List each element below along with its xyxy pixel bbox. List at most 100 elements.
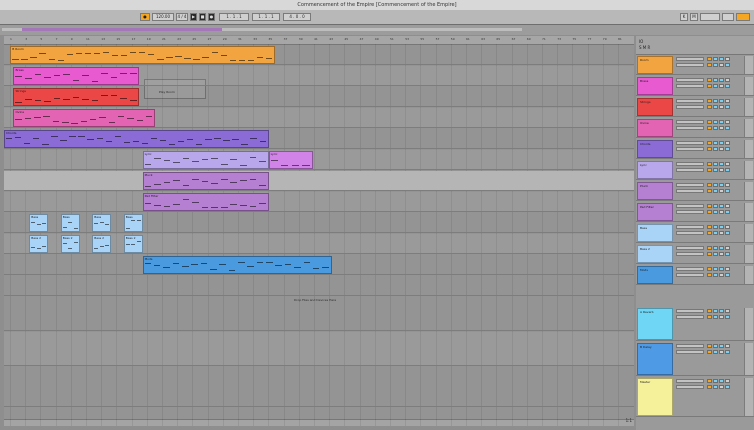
solo-button[interactable] <box>713 252 718 256</box>
activator-button[interactable] <box>707 78 712 82</box>
activator-button[interactable] <box>707 57 712 61</box>
tempo-field[interactable]: 120.00 <box>152 13 174 21</box>
activator-button[interactable] <box>707 379 712 383</box>
activator-button[interactable] <box>707 350 712 354</box>
clip[interactable]: Ovine <box>13 109 156 127</box>
clip[interactable]: Bass 2 <box>60 235 80 253</box>
overview-selection[interactable] <box>22 28 222 31</box>
input-selector[interactable] <box>676 183 704 187</box>
volume-fader[interactable] <box>744 378 753 416</box>
activator-button[interactable] <box>707 210 712 214</box>
drop-lane[interactable] <box>4 276 634 296</box>
input-selector[interactable] <box>676 120 704 124</box>
arm-button[interactable] <box>719 78 724 82</box>
arm-button[interactable] <box>719 350 724 354</box>
track-lane[interactable] <box>4 192 634 212</box>
activator-button[interactable] <box>707 231 712 235</box>
arm-button[interactable] <box>719 189 724 193</box>
output-selector[interactable] <box>676 385 704 389</box>
input-selector[interactable] <box>676 162 704 166</box>
arm-button[interactable] <box>719 183 724 187</box>
monitor-button[interactable] <box>725 63 730 67</box>
arm-button[interactable] <box>719 63 724 67</box>
output-selector[interactable] <box>676 350 704 354</box>
monitor-button[interactable] <box>725 57 730 61</box>
solo-button[interactable] <box>713 183 718 187</box>
clip[interactable]: Bass <box>123 214 143 232</box>
monitor-button[interactable] <box>725 246 730 250</box>
track-name-chip[interactable]: Chords <box>637 140 673 158</box>
arm-button[interactable] <box>719 273 724 277</box>
output-selector[interactable] <box>676 273 704 277</box>
track-name-chip[interactable]: Brass <box>637 77 673 95</box>
monitor-button[interactable] <box>725 309 730 313</box>
input-selector[interactable] <box>676 57 704 61</box>
activator-button[interactable] <box>707 168 712 172</box>
track-name-chip[interactable]: Lyric <box>637 161 673 179</box>
input-selector[interactable] <box>676 267 704 271</box>
activator-button[interactable] <box>707 189 712 193</box>
solo-button[interactable] <box>713 204 718 208</box>
output-selector[interactable] <box>676 210 704 214</box>
monitor-button[interactable] <box>725 204 730 208</box>
monitor-button[interactable] <box>725 99 730 103</box>
solo-button[interactable] <box>713 267 718 271</box>
clip[interactable]: Strings <box>13 88 140 106</box>
monitor-button[interactable] <box>725 344 730 348</box>
activator-button[interactable] <box>707 309 712 313</box>
monitor-button[interactable] <box>725 315 730 319</box>
arm-button[interactable] <box>719 246 724 250</box>
volume-fader[interactable] <box>744 56 753 74</box>
input-selector[interactable] <box>676 246 704 250</box>
arm-button[interactable] <box>719 210 724 214</box>
solo-button[interactable] <box>713 309 718 313</box>
track-name-chip[interactable]: Ovine <box>637 119 673 137</box>
output-selector[interactable] <box>676 168 704 172</box>
activator-button[interactable] <box>707 63 712 67</box>
input-selector[interactable] <box>676 344 704 348</box>
arm-button[interactable] <box>719 309 724 313</box>
clip[interactable]: Pad Filter <box>142 193 269 211</box>
track-name-chip[interactable]: Pad Filter <box>637 203 673 221</box>
signature-field[interactable]: 4 / 4 <box>176 13 188 21</box>
solo-button[interactable] <box>713 315 718 319</box>
track-name-chip[interactable]: Strings <box>637 98 673 116</box>
draw-mode-button[interactable] <box>736 13 750 21</box>
monitor-button[interactable] <box>725 225 730 229</box>
monitor-button[interactable] <box>725 141 730 145</box>
monitor-button[interactable] <box>725 126 730 130</box>
solo-button[interactable] <box>713 344 718 348</box>
track-name-chip[interactable]: Pluck <box>637 182 673 200</box>
clip[interactable]: Pluck <box>142 172 269 190</box>
loop-start-field[interactable]: 1 . 1 . 1 <box>252 13 280 21</box>
volume-fader[interactable] <box>744 98 753 116</box>
solo-button[interactable] <box>713 63 718 67</box>
monitor-button[interactable] <box>725 120 730 124</box>
arm-button[interactable] <box>719 126 724 130</box>
arm-button[interactable] <box>719 204 724 208</box>
return-name-chip[interactable]: B Delay <box>637 343 673 375</box>
volume-fader[interactable] <box>744 140 753 158</box>
output-selector[interactable] <box>676 84 704 88</box>
output-selector[interactable] <box>676 315 704 319</box>
midi-map-button[interactable]: M <box>690 13 698 21</box>
activator-button[interactable] <box>707 267 712 271</box>
clip[interactable]: Bass 2 <box>92 235 112 253</box>
solo-button[interactable] <box>713 168 718 172</box>
clip[interactable]: Brass <box>13 67 140 85</box>
output-selector[interactable] <box>676 252 704 256</box>
solo-button[interactable] <box>713 273 718 277</box>
output-selector[interactable] <box>676 126 704 130</box>
solo-button[interactable] <box>713 141 718 145</box>
activator-button[interactable] <box>707 204 712 208</box>
track-name-chip[interactable]: Room <box>637 56 673 74</box>
solo-button[interactable] <box>713 105 718 109</box>
clip[interactable]: Bass 2 <box>123 235 143 253</box>
input-selector[interactable] <box>676 225 704 229</box>
record-button[interactable]: ● <box>208 13 215 21</box>
return-lane[interactable] <box>4 367 634 407</box>
activator-button[interactable] <box>707 141 712 145</box>
arm-button[interactable] <box>719 84 724 88</box>
monitor-button[interactable] <box>725 273 730 277</box>
volume-fader[interactable] <box>744 224 753 242</box>
